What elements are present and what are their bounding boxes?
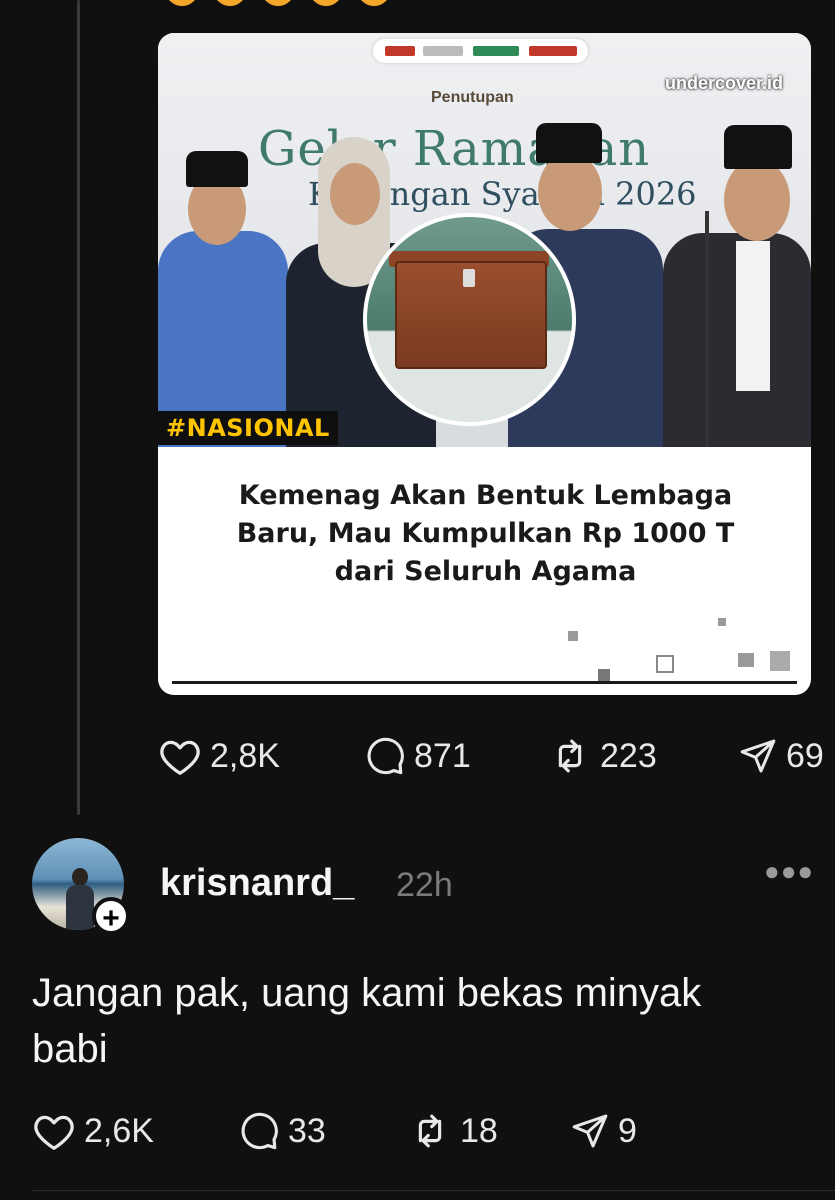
reaction-avatars bbox=[165, 0, 391, 6]
like-count: 2,8K bbox=[210, 736, 280, 775]
like-count: 2,6K bbox=[84, 1111, 154, 1150]
heart-icon bbox=[160, 740, 200, 775]
repost-icon bbox=[418, 1114, 442, 1148]
post-image[interactable]: Penutupan Gelar Ramadan Keuangan Syariah… bbox=[158, 33, 811, 695]
reply-timestamp: 22h bbox=[396, 866, 453, 904]
decor-square bbox=[718, 618, 726, 626]
share-count: 69 bbox=[786, 736, 824, 775]
news-headline: Kemenag Akan Bentuk Lembaga Baru, Mau Ku… bbox=[236, 480, 735, 587]
decor-square bbox=[770, 651, 790, 671]
reply-button[interactable]: 33 bbox=[238, 1110, 408, 1152]
divider bbox=[32, 1190, 835, 1191]
sponsor-banner bbox=[373, 39, 588, 63]
reply-count: 871 bbox=[414, 736, 471, 775]
heart-icon bbox=[34, 1115, 74, 1150]
decor-square bbox=[598, 669, 610, 681]
charity-box-inset bbox=[363, 213, 576, 426]
share-icon bbox=[572, 1114, 608, 1148]
more-icon[interactable]: ●●● bbox=[764, 856, 814, 887]
category-tag: #NASIONAL bbox=[158, 411, 338, 445]
headline-rule bbox=[172, 681, 797, 684]
repost-button[interactable]: 223 bbox=[548, 735, 738, 777]
reply-text: Jangan pak, uang kami bekas minyak babi bbox=[32, 971, 702, 1071]
share-icon bbox=[740, 739, 776, 773]
thread-line bbox=[77, 0, 80, 815]
repost-button[interactable]: 18 bbox=[408, 1110, 570, 1152]
reply-count: 33 bbox=[288, 1111, 326, 1150]
plus-icon[interactable]: + bbox=[92, 897, 130, 935]
share-button[interactable]: 9 bbox=[570, 1111, 637, 1151]
watermark: undercover.id bbox=[664, 73, 783, 93]
like-button[interactable]: 2,8K bbox=[158, 736, 364, 776]
repost-count: 223 bbox=[600, 736, 657, 775]
comment-icon bbox=[367, 737, 404, 775]
comment-icon bbox=[241, 1112, 278, 1150]
reply-actions: 2,6K 33 18 9 bbox=[32, 1110, 637, 1152]
event-subtitle: Penutupan bbox=[431, 89, 514, 106]
reply-username[interactable]: krisnanrd_ bbox=[160, 862, 354, 905]
repost-icon bbox=[558, 739, 582, 773]
decor-square bbox=[656, 655, 674, 673]
reply-button[interactable]: 871 bbox=[364, 735, 548, 777]
share-count: 9 bbox=[618, 1111, 637, 1150]
repost-count: 18 bbox=[460, 1111, 498, 1150]
post-actions: 2,8K 871 223 69 bbox=[158, 735, 824, 777]
decor-square bbox=[568, 631, 578, 641]
news-photo: Penutupan Gelar Ramadan Keuangan Syariah… bbox=[158, 33, 811, 447]
like-button[interactable]: 2,6K bbox=[32, 1111, 238, 1151]
share-button[interactable]: 69 bbox=[738, 736, 824, 776]
decor-square bbox=[738, 653, 754, 667]
